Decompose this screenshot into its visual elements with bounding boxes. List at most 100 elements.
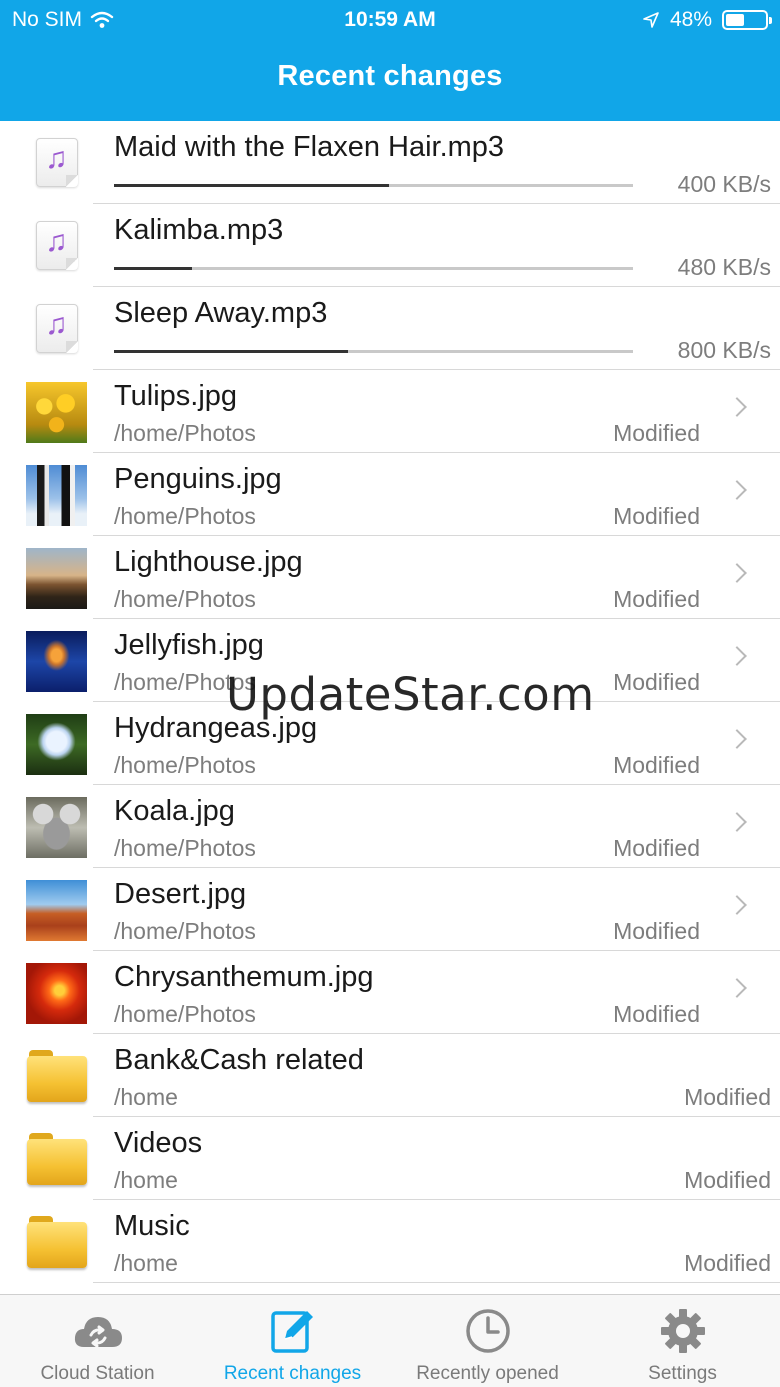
battery-percent: 48% <box>669 8 712 31</box>
upload-progress-bar <box>114 184 633 187</box>
photo-thumbnail <box>26 631 87 692</box>
folder-icon <box>27 1048 87 1102</box>
folder-icon <box>27 1214 87 1268</box>
change-status: Modified <box>613 586 700 612</box>
photo-row[interactable]: Chrysanthemum.jpg/home/Photos Modified <box>0 951 780 1034</box>
battery-level <box>726 14 745 26</box>
file-path: /home/Photos <box>114 835 256 861</box>
folder-path: /home <box>114 1084 178 1110</box>
header: No SIM 10:59 AM 48% Recent changes <box>0 0 780 121</box>
chevron-right-icon <box>727 729 747 749</box>
file-path: /home/Photos <box>114 1001 256 1027</box>
change-status: Modified <box>613 752 700 778</box>
change-status: Modified <box>613 835 700 861</box>
battery-icon <box>722 10 772 30</box>
photo-thumbnail <box>26 548 87 609</box>
music-file-icon: ♫ <box>36 304 78 353</box>
change-status: Modified <box>684 1167 771 1193</box>
file-path: /home/Photos <box>114 752 256 778</box>
chevron-right-icon <box>727 397 747 417</box>
file-name: Lighthouse.jpg <box>114 546 303 578</box>
folder-row[interactable]: Bank&Cash related/home Modified <box>0 1034 780 1117</box>
photo-row[interactable]: Tulips.jpg/home/Photos Modified <box>0 370 780 453</box>
folder-name: Music <box>114 1210 190 1242</box>
change-status: Modified <box>613 669 700 695</box>
file-name: Koala.jpg <box>114 795 235 827</box>
folder-icon <box>27 1131 87 1185</box>
music-note-icon: ♫ <box>45 142 68 175</box>
chevron-right-icon <box>727 563 747 583</box>
chevron-right-icon <box>727 646 747 666</box>
tab-label: Cloud Station <box>40 1363 155 1384</box>
row-separator <box>93 1282 780 1283</box>
transfer-row[interactable]: ♫ Kalimba.mp3 480 KB/s <box>0 204 780 287</box>
transfer-row[interactable]: ♫ Maid with the Flaxen Hair.mp3 400 KB/s <box>0 121 780 204</box>
upload-progress-bar <box>114 350 633 353</box>
music-note-icon: ♫ <box>45 308 68 341</box>
file-name: Kalimba.mp3 <box>114 214 284 246</box>
folder-body <box>27 1056 87 1102</box>
change-status: Modified <box>613 1001 700 1027</box>
watermark: UpdateStar.com <box>226 668 595 721</box>
file-name: Chrysanthemum.jpg <box>114 961 374 993</box>
music-note-icon: ♫ <box>45 225 68 258</box>
folder-name: Bank&Cash related <box>114 1044 364 1076</box>
clock-icon <box>466 1309 510 1353</box>
folder-row[interactable]: Videos/home Modified <box>0 1117 780 1200</box>
change-status: Modified <box>684 1250 771 1276</box>
folder-body <box>27 1222 87 1268</box>
page-title: Recent changes <box>277 60 503 92</box>
folder-body <box>27 1139 87 1185</box>
music-file-icon: ♫ <box>36 221 78 270</box>
transfer-row[interactable]: ♫ Sleep Away.mp3 800 KB/s <box>0 287 780 370</box>
file-path: /home/Photos <box>114 586 256 612</box>
cloud-sync-icon <box>74 1317 122 1348</box>
tab-recent-changes[interactable]: Recent changes <box>195 1295 390 1387</box>
change-status: Modified <box>613 503 700 529</box>
file-name: Desert.jpg <box>114 878 247 910</box>
transfer-speed: 480 KB/s <box>677 254 771 280</box>
photo-row[interactable]: Desert.jpg/home/Photos Modified <box>0 868 780 951</box>
tab-cloud-station[interactable]: Cloud Station <box>0 1295 195 1387</box>
change-status: Modified <box>613 918 700 944</box>
status-bar: No SIM 10:59 AM 48% <box>0 0 780 40</box>
transfer-speed: 800 KB/s <box>677 337 771 363</box>
photo-row[interactable]: Penguins.jpg/home/Photos Modified <box>0 453 780 536</box>
photo-thumbnail <box>26 963 87 1024</box>
tab-label: Settings <box>648 1363 717 1384</box>
photo-thumbnail <box>26 714 87 775</box>
chevron-right-icon <box>727 480 747 500</box>
tab-label: Recent changes <box>223 1363 362 1384</box>
file-name: Jellyfish.jpg <box>114 629 264 661</box>
transfer-speed: 400 KB/s <box>677 171 771 197</box>
file-name: Maid with the Flaxen Hair.mp3 <box>114 131 505 163</box>
upload-progress-fill <box>114 267 192 270</box>
tab-recently-opened[interactable]: Recently opened <box>390 1295 585 1387</box>
upload-progress-fill <box>114 184 390 187</box>
folder-path: /home <box>114 1167 178 1193</box>
photo-thumbnail <box>26 382 87 443</box>
edit-note-icon <box>271 1311 313 1353</box>
folder-path: /home <box>114 1250 178 1276</box>
tab-label: Recently opened <box>416 1363 559 1384</box>
file-name: Tulips.jpg <box>114 380 238 412</box>
chevron-right-icon <box>727 978 747 998</box>
music-file-icon: ♫ <box>36 138 78 187</box>
file-path: /home/Photos <box>114 420 256 446</box>
status-right: 48% <box>642 8 772 32</box>
change-status: Modified <box>684 1084 771 1110</box>
file-path: /home/Photos <box>114 503 256 529</box>
file-name: Sleep Away.mp3 <box>114 297 328 329</box>
photo-row[interactable]: Koala.jpg/home/Photos Modified <box>0 785 780 868</box>
photo-row[interactable]: Lighthouse.jpg/home/Photos Modified <box>0 536 780 619</box>
folder-row[interactable]: Music/home Modified <box>0 1200 780 1283</box>
upload-progress-fill <box>114 350 348 353</box>
chevron-right-icon <box>727 895 747 915</box>
upload-progress-bar <box>114 267 633 270</box>
file-path: /home/Photos <box>114 918 256 944</box>
chevron-right-icon <box>727 812 747 832</box>
tab-settings[interactable]: Settings <box>585 1295 780 1387</box>
location-arrow-icon <box>643 12 659 28</box>
tab-bar: Cloud Station Recent changes Recently op… <box>0 1294 780 1387</box>
photo-thumbnail <box>26 880 87 941</box>
